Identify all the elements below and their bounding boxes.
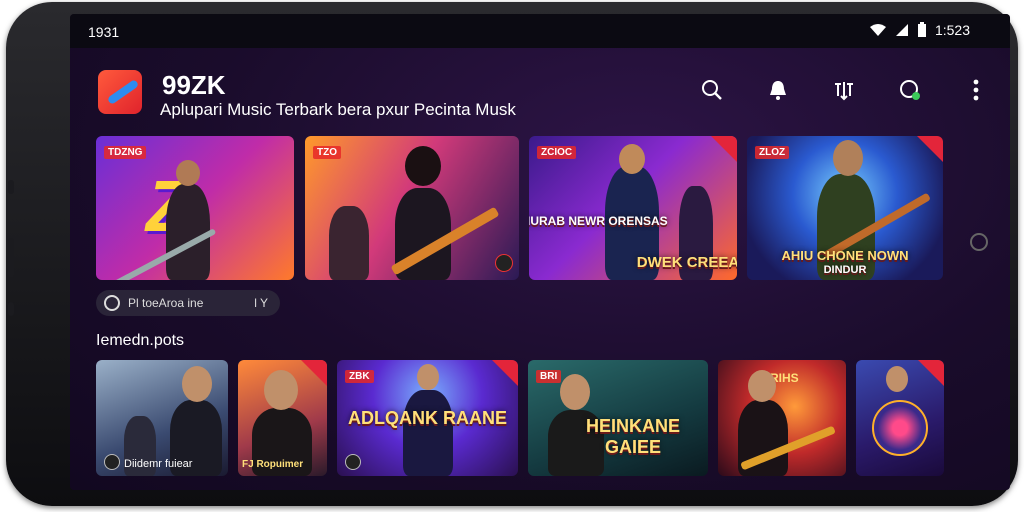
track-caption: Diidemr fuiear [124,458,193,470]
header-actions [700,78,988,102]
artist-head [560,374,590,410]
corner-ribbon [918,360,944,386]
artist-head [886,366,908,392]
track-logo-icon [345,454,361,470]
album-disc [872,400,928,456]
card-title-2: DWEK CREEAS [636,254,737,271]
corner-ribbon [917,136,943,162]
search-icon [702,80,722,100]
signal-icon [895,24,908,36]
track-title: HEINKANE GAIEE [585,416,680,457]
artist-head [619,144,645,174]
app-logo[interactable] [98,70,142,114]
track-card[interactable] [856,360,944,476]
card-title: DIURAB NEWR ORENSAS [529,214,668,228]
chip-label: Pl toeAroa ine [128,296,204,310]
volume-button [8,180,14,194]
card-title-2: DINDUR [823,264,867,276]
power-button [8,238,14,278]
card-badge: TZO [313,146,341,159]
filter-chip[interactable]: Pl toeAroa ine l Y [96,290,280,316]
corner-ribbon [711,136,737,162]
track-card[interactable]: BRI HEINKANE GAIEE [528,360,708,476]
artist-head [833,140,863,176]
corner-ribbon [492,360,518,386]
profile-icon [900,80,920,100]
card-title: AHIU CHONE NOWN [781,248,909,263]
corner-ribbon [301,360,327,386]
artist-head [417,364,439,390]
track-title: ADLQANK RAANE [348,408,507,428]
featured-card[interactable]: ZCIOC DIURAB NEWR ORENSAS DWEK CREEAS [529,136,737,280]
artist-head [748,370,776,402]
artist-figure [329,206,369,280]
status-clock: 1:523 [934,22,970,38]
app-header: 99ZK Aplupari Music Terbark bera pxur Pe… [70,50,1010,120]
wifi-icon [869,24,886,36]
status-indicators: 1:523 [869,22,970,38]
section-title: Iemedn.pots [96,332,185,349]
battery-icon [917,22,926,37]
artist-head [405,146,441,186]
artist-head [176,160,200,186]
app-title: 99ZK [162,70,226,100]
status-time: 1931 [88,24,120,40]
status-bar: 1931 1:523 [70,14,1010,48]
artist-head [182,366,212,402]
notifications-button[interactable] [766,78,790,102]
card-badge: ZCIOC [537,146,577,159]
side-button [8,302,14,316]
track-card[interactable]: FJ Ropuimer [238,360,327,476]
artist-figure [403,390,453,476]
track-caption: FJ Ropuimer [242,459,304,470]
featured-card[interactable]: ZLOZ AHIU CHONE NOWN DINDUR [747,136,943,280]
logo-stripe [106,78,140,106]
app-subtitle: Aplupari Music Terbark bera pxur Pecinta… [160,100,516,119]
cast-button[interactable] [832,78,856,102]
search-button[interactable] [700,78,724,102]
card-badge: ZBK [345,370,374,383]
card-badge: TDZNG [104,146,147,159]
featured-card[interactable]: TDZNG Z [96,136,294,280]
play-badge-icon [495,254,513,272]
profile-button[interactable] [898,78,922,102]
more-button[interactable] [964,78,988,102]
chip-suffix: l Y [254,296,268,310]
more-vert-icon [973,79,979,101]
track-card[interactable]: Diidemr fuiear [96,360,228,476]
artist-head [264,370,298,410]
bell-icon [770,81,786,100]
track-card[interactable]: ZBK ADLQANK RAANE [337,360,518,476]
track-card[interactable]: RIHS [718,360,846,476]
featured-card[interactable]: TZO [305,136,519,280]
home-indicator [970,233,988,251]
artist-figure [166,184,210,280]
chip-icon [104,295,120,311]
card-badge: BRI [536,370,562,383]
track-logo-icon [104,454,120,470]
card-badge: ZLOZ [755,146,790,159]
cast-icon [835,82,853,101]
app-screen: 1931 1:523 99ZK Aplupari Music Terbark b… [70,14,1010,490]
phone-frame: 1931 1:523 99ZK Aplupari Music Terbark b… [6,2,1018,506]
